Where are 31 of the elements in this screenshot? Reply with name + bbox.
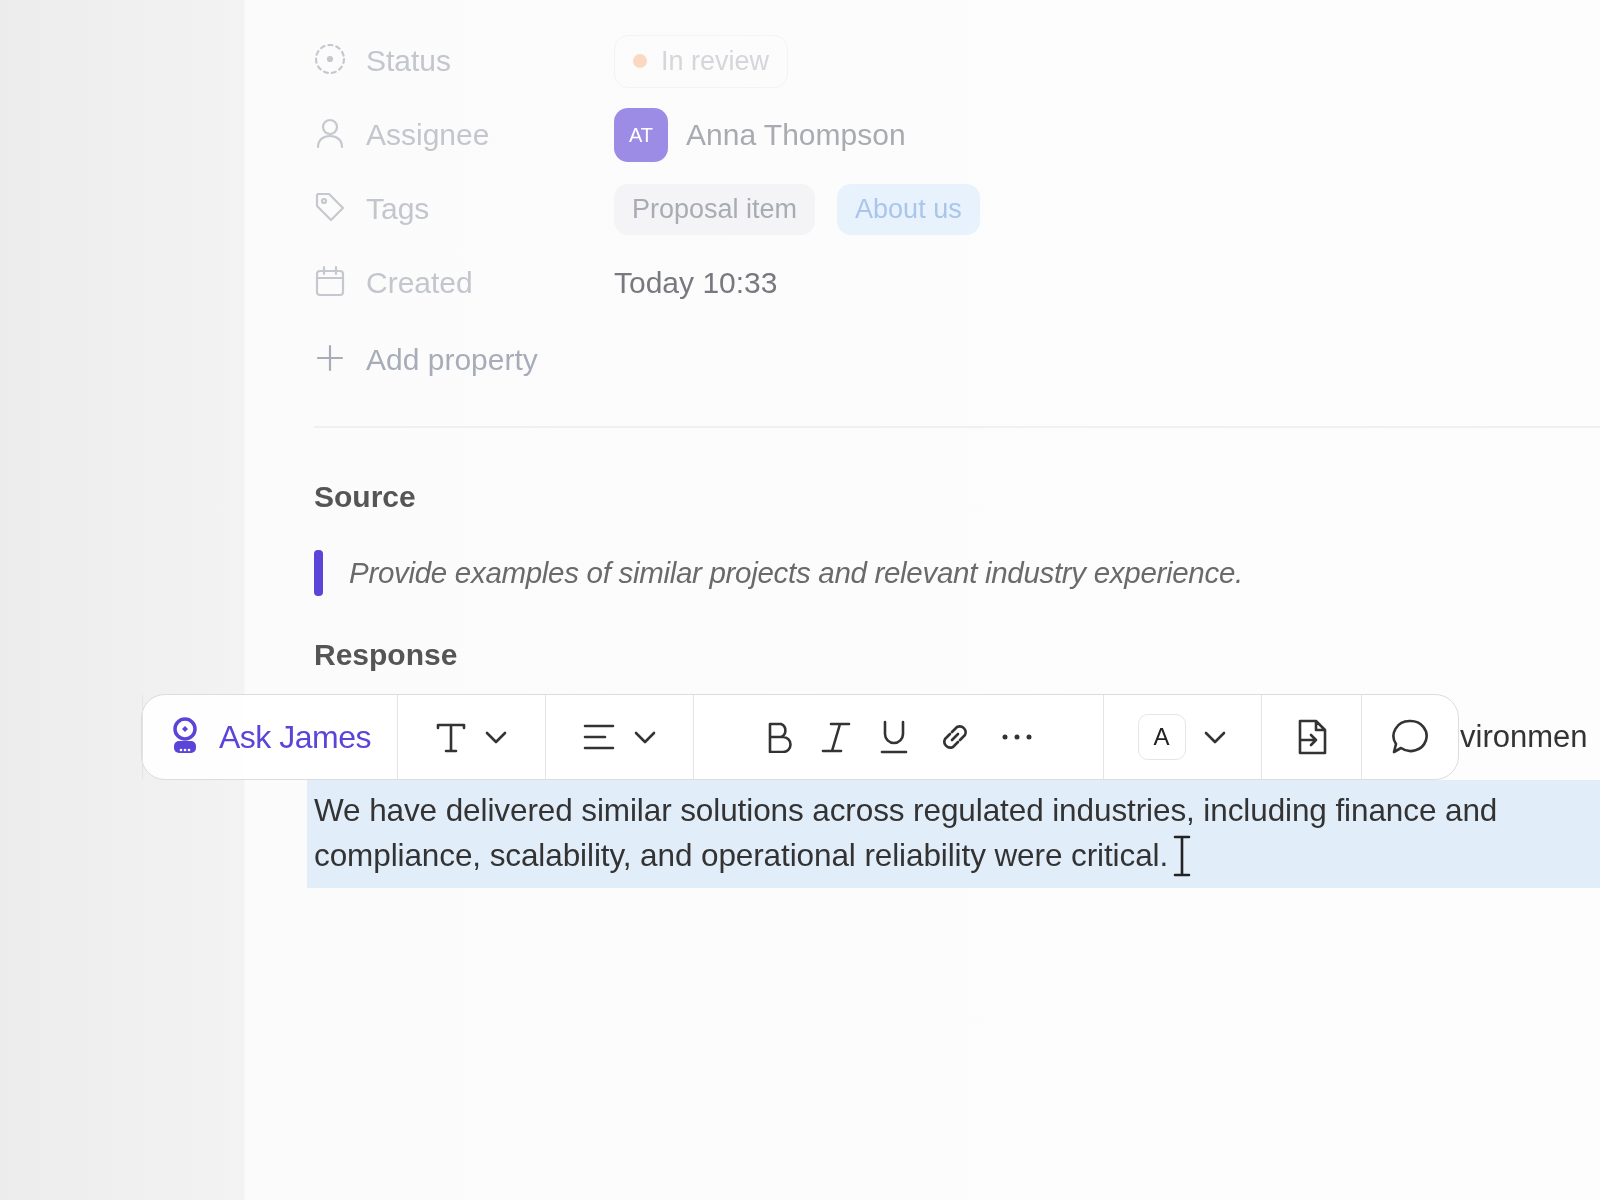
response-text: compliance, scalability, and operational reliability were critical.: [314, 836, 1169, 875]
quote-bar: [314, 550, 323, 596]
font-color-button[interactable]: A: [1137, 714, 1186, 760]
tag-chip[interactable]: About us: [837, 183, 980, 235]
text-cursor-icon: [1172, 833, 1193, 878]
property-label: Created: [366, 266, 473, 300]
response-text: We have delivered similar solutions across regulated industries, including finance and: [314, 791, 1498, 830]
more-icon[interactable]: [1000, 733, 1033, 741]
calendar-icon: [314, 265, 346, 297]
assignee-name: Anna Thompson: [686, 118, 906, 152]
avatar: AT: [614, 108, 668, 162]
property-label: Assignee: [366, 118, 490, 152]
created-date: Today 10:33: [614, 266, 778, 300]
property-label: Tags: [366, 192, 430, 226]
section-heading: Source: [314, 480, 416, 514]
response-text: vironmen: [1460, 719, 1588, 755]
underline-icon[interactable]: [878, 720, 909, 754]
tag-chip[interactable]: Proposal item: [614, 183, 816, 235]
person-icon: [314, 117, 346, 149]
status-dot: [633, 54, 647, 68]
plus-icon: [314, 342, 346, 374]
section-heading: Response: [314, 638, 458, 672]
source-quote: Provide examples of similar projects and relevant industry experience.: [349, 556, 1243, 590]
tag-icon: [314, 191, 346, 223]
align-icon[interactable]: [581, 722, 616, 752]
status-icon: [314, 43, 346, 75]
property-label: Status: [366, 44, 452, 78]
speech-bubble-icon[interactable]: [1391, 718, 1429, 756]
ask-james-button[interactable]: Ask James: [169, 717, 371, 757]
italic-icon[interactable]: [820, 721, 851, 753]
add-property-link[interactable]: Add property: [366, 343, 538, 377]
